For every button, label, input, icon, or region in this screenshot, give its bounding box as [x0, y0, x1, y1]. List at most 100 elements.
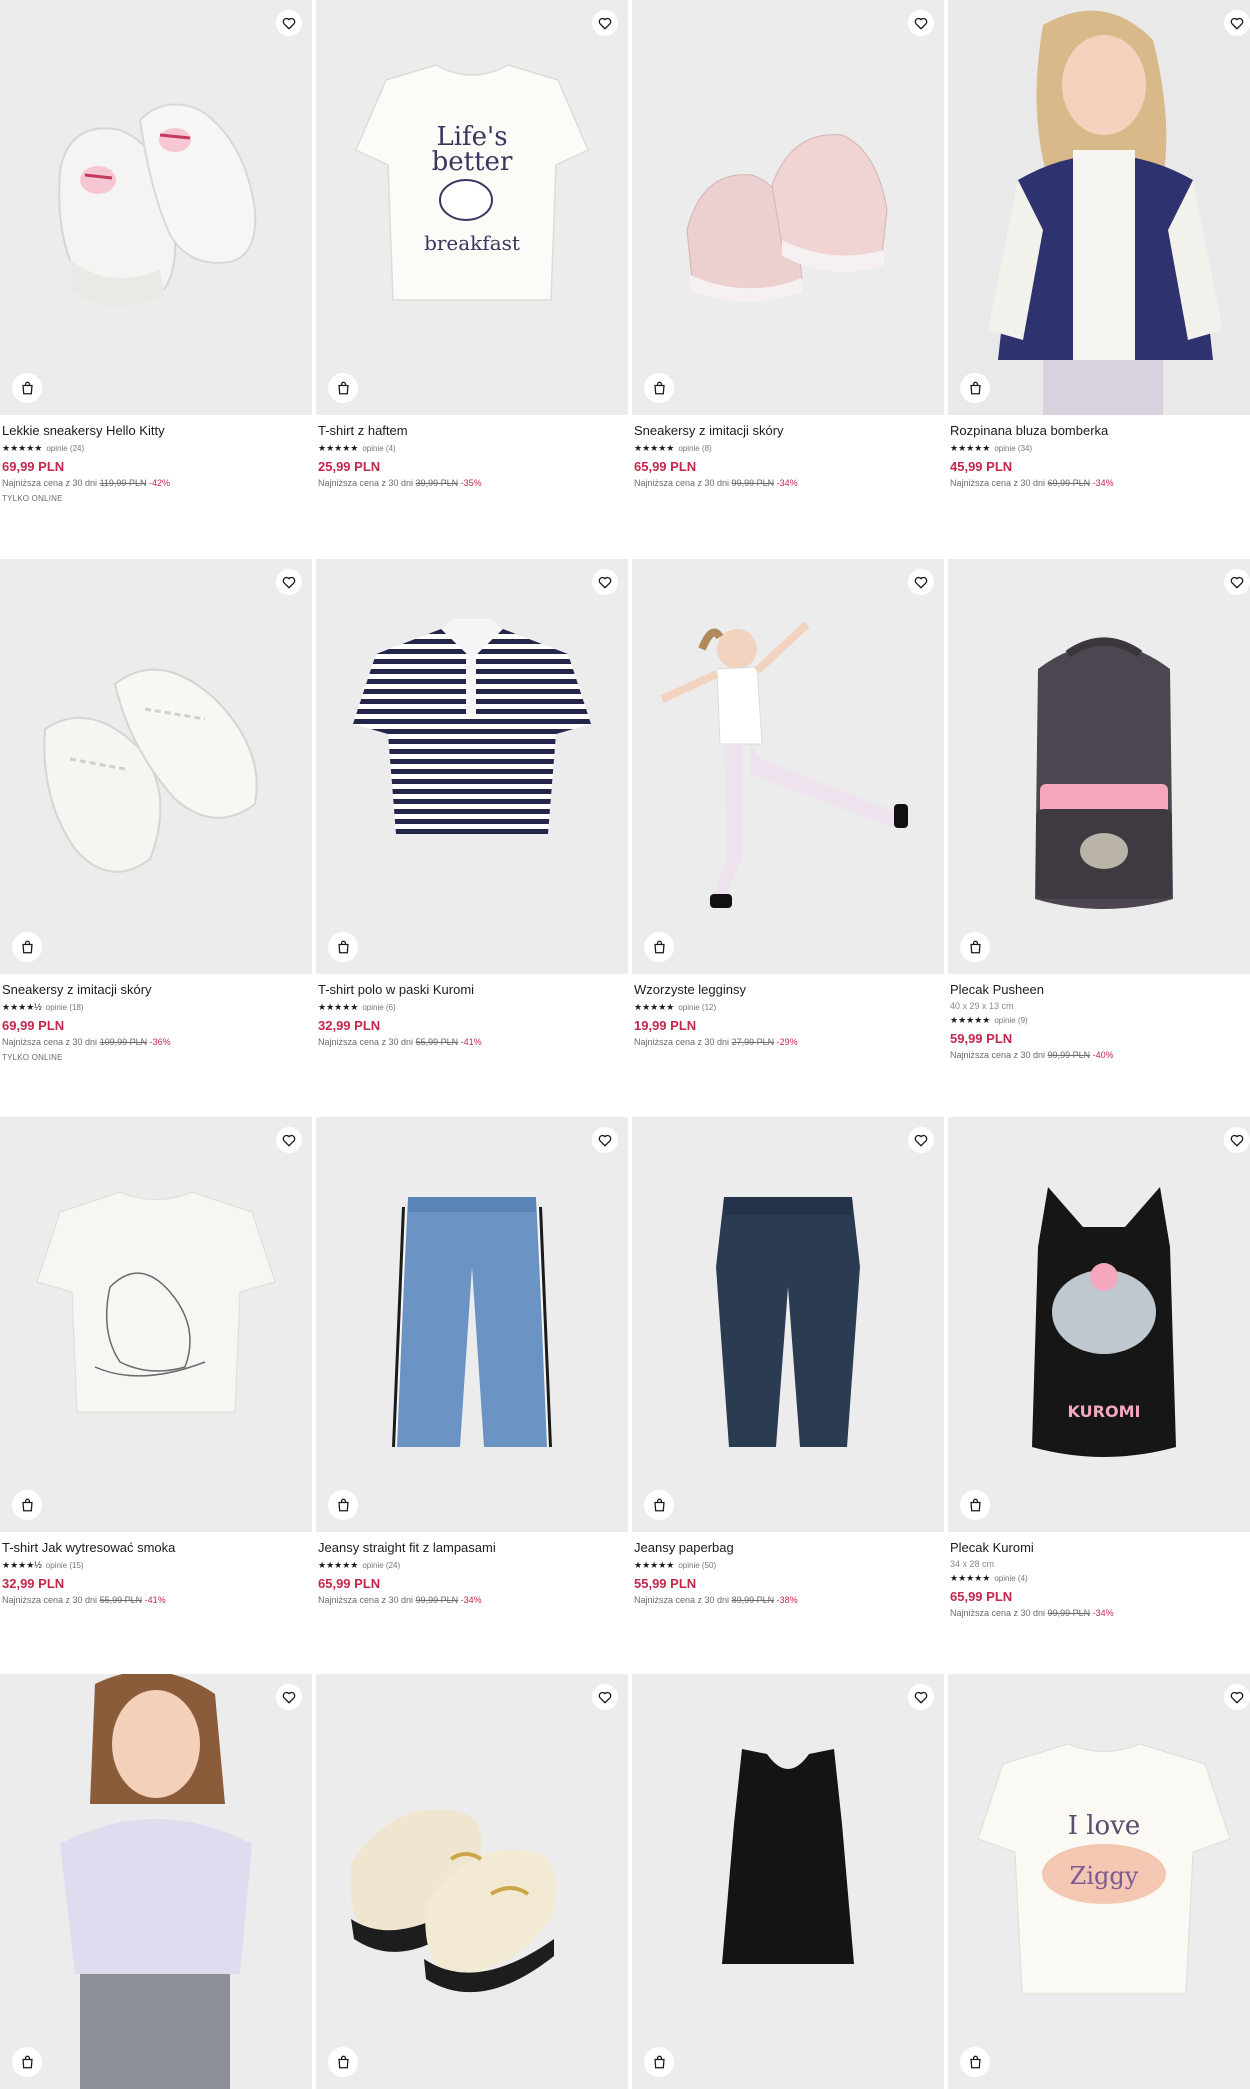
product-dimensions: 34 x 28 cm [950, 1559, 995, 1569]
heart-icon[interactable] [592, 569, 618, 595]
shopping-bag-icon[interactable] [644, 2047, 674, 2077]
shopping-bag-icon[interactable] [328, 1490, 358, 1520]
lowest-price-info: Najniższa cena z 30 dni 55,99 PLN -41% [318, 1037, 626, 1047]
heart-icon[interactable] [276, 1684, 302, 1710]
product-rating: ★★★★★ opinie (8) [634, 442, 942, 454]
shopping-bag-icon[interactable] [960, 2047, 990, 2077]
shopping-bag-icon[interactable] [644, 932, 674, 962]
product-card[interactable]: Jeansy paperbag ★★★★★ opinie (50) 55,99 … [632, 1117, 944, 1605]
product-name[interactable]: Rozpinana bluza bomberka [950, 423, 1250, 439]
product-image[interactable]: I love Ziggy [948, 1674, 1250, 2089]
product-name[interactable]: Jeansy paperbag [634, 1540, 942, 1556]
product-image[interactable] [316, 1117, 628, 1532]
review-count: opinie (15) [45, 1560, 84, 1570]
product-image[interactable] [948, 0, 1250, 415]
product-name[interactable]: Lekkie sneakersy Hello Kitty [2, 423, 310, 439]
old-price: 39,99 PLN [415, 478, 459, 488]
product-rating: ★★★★★ opinie (50) [634, 1559, 942, 1571]
product-image[interactable] [0, 0, 312, 415]
product-card[interactable]: T-shirt polo w paski Kuromi ★★★★★ opinie… [316, 559, 628, 1047]
online-only-badge: TYLKO ONLINE [2, 1053, 63, 1062]
product-card[interactable]: Lekkie sneakersy Hello Kitty ★★★★★ opini… [0, 0, 312, 503]
star-icon: ★★★★★ [634, 442, 675, 453]
product-image[interactable] [0, 559, 312, 974]
old-price: 27,99 PLN [731, 1037, 775, 1047]
shopping-bag-icon[interactable] [12, 2047, 42, 2077]
discount-badge: -42% [148, 478, 170, 488]
product-card[interactable]: Sneakersy z imitacji skóry ★★★★½ opinie … [0, 559, 312, 1062]
heart-icon[interactable] [908, 10, 934, 36]
svg-text:Ziggy: Ziggy [1070, 1862, 1139, 1890]
product-card[interactable]: I love Ziggy [948, 1674, 1250, 2089]
shopping-bag-icon[interactable] [12, 932, 42, 962]
heart-icon[interactable] [592, 1127, 618, 1153]
heart-icon[interactable] [276, 10, 302, 36]
heart-icon[interactable] [908, 1127, 934, 1153]
heart-icon[interactable] [1224, 1684, 1250, 1710]
shopping-bag-icon[interactable] [12, 1490, 42, 1520]
heart-icon[interactable] [1224, 569, 1250, 595]
shopping-bag-icon[interactable] [644, 373, 674, 403]
shopping-bag-icon[interactable] [328, 2047, 358, 2077]
product-card[interactable]: Plecak Pusheen 40 x 29 x 13 cm ★★★★★ opi… [948, 559, 1250, 1060]
shopping-bag-icon[interactable] [644, 1490, 674, 1520]
product-image[interactable] [948, 559, 1250, 974]
online-only-badge: TYLKO ONLINE [2, 494, 63, 503]
product-rating: ★★★★½ opinie (15) [2, 1559, 310, 1571]
product-name[interactable]: Plecak Kuromi [950, 1540, 1250, 1556]
heart-icon[interactable] [908, 569, 934, 595]
shopping-bag-icon[interactable] [12, 373, 42, 403]
shopping-bag-icon[interactable] [960, 932, 990, 962]
product-card[interactable]: Wzorzyste legginsy ★★★★★ opinie (12) 19,… [632, 559, 944, 1047]
product-image[interactable] [316, 559, 628, 974]
lowest-price-label: Najniższa cena z 30 dni [950, 478, 1046, 488]
product-image[interactable] [632, 1117, 944, 1532]
product-image[interactable] [0, 1117, 312, 1532]
product-card[interactable]: Sneakersy z imitacji skóry ★★★★★ opinie … [632, 0, 944, 488]
lowest-price-info: Najniższa cena z 30 dni 27,99 PLN -29% [634, 1037, 942, 1047]
product-card[interactable]: Life's better breakfast T-shirt z haftem… [316, 0, 628, 488]
heart-icon[interactable] [276, 1127, 302, 1153]
product-name[interactable]: T-shirt z haftem [318, 423, 626, 439]
product-image[interactable] [632, 1674, 944, 2089]
product-name[interactable]: T-shirt polo w paski Kuromi [318, 982, 626, 998]
product-name[interactable]: Sneakersy z imitacji skóry [634, 423, 942, 439]
shopping-bag-icon[interactable] [328, 932, 358, 962]
heart-icon[interactable] [908, 1684, 934, 1710]
product-image[interactable] [316, 1674, 628, 2089]
product-card[interactable] [632, 1674, 944, 2089]
shopping-bag-icon[interactable] [328, 373, 358, 403]
heart-icon[interactable] [592, 10, 618, 36]
product-name[interactable]: Jeansy straight fit z lampasami [318, 1540, 626, 1556]
product-name[interactable]: Plecak Pusheen [950, 982, 1250, 998]
product-card[interactable]: Rozpinana bluza bomberka ★★★★★ opinie (3… [948, 0, 1250, 488]
lowest-price-label: Najniższa cena z 30 dni [2, 1595, 98, 1605]
review-count: opinie (18) [45, 1002, 84, 1012]
product-card[interactable] [0, 1674, 312, 2089]
product-image[interactable]: Life's better breakfast [316, 0, 628, 415]
heart-icon[interactable] [276, 569, 302, 595]
star-icon: ★★★★★ [318, 442, 359, 453]
heart-icon[interactable] [592, 1684, 618, 1710]
product-info: Jeansy paperbag ★★★★★ opinie (50) 55,99 … [632, 1532, 944, 1605]
product-info: Jeansy straight fit z lampasami ★★★★★ op… [316, 1532, 628, 1605]
heart-icon[interactable] [1224, 1127, 1250, 1153]
shopping-bag-icon[interactable] [960, 373, 990, 403]
product-card[interactable] [316, 1674, 628, 2089]
product-image[interactable]: KUROMI [948, 1117, 1250, 1532]
product-name[interactable]: Wzorzyste legginsy [634, 982, 942, 998]
product-card[interactable]: T-shirt Jak wytresować smoka ★★★★½ opini… [0, 1117, 312, 1605]
product-card[interactable]: KUROMI Plecak Kuromi 34 x 28 cm ★★★★★ op… [948, 1117, 1250, 1618]
product-name[interactable]: T-shirt Jak wytresować smoka [2, 1540, 310, 1556]
shopping-bag-icon[interactable] [960, 1490, 990, 1520]
product-image[interactable] [0, 1674, 312, 2089]
review-count: opinie (9) [994, 1015, 1028, 1025]
heart-icon[interactable] [1224, 10, 1250, 36]
product-image[interactable] [632, 0, 944, 415]
product-card[interactable]: Jeansy straight fit z lampasami ★★★★★ op… [316, 1117, 628, 1605]
svg-text:I love: I love [1068, 1811, 1141, 1841]
product-price: 65,99 PLN [950, 1589, 1013, 1604]
product-image[interactable] [632, 559, 944, 974]
product-name[interactable]: Sneakersy z imitacji skóry [2, 982, 310, 998]
review-count: opinie (4) [994, 1573, 1028, 1583]
